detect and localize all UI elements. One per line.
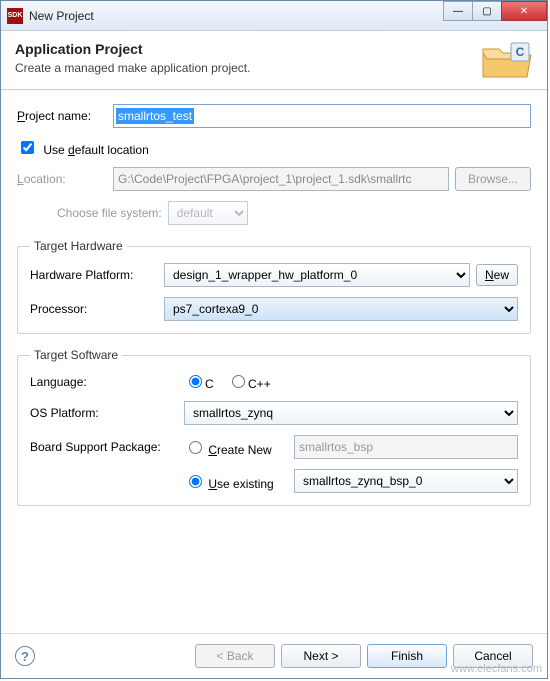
hardware-platform-select[interactable]: design_1_wrapper_hw_platform_0 bbox=[164, 263, 470, 287]
project-name-input[interactable]: smallrtos_test bbox=[113, 104, 531, 128]
bsp-create-row: Board Support Package: Create New bbox=[30, 435, 518, 459]
filesystem-label: Choose file system: bbox=[57, 206, 162, 220]
target-hardware-group: Target Hardware Hardware Platform: desig… bbox=[17, 239, 531, 334]
language-c-option[interactable]: C bbox=[184, 377, 214, 391]
location-row: Location: Browse... bbox=[17, 167, 531, 191]
use-default-location-checkbox[interactable] bbox=[21, 141, 34, 154]
os-platform-row: OS Platform: smallrtos_zynq bbox=[30, 401, 518, 425]
titlebar: SDK New Project — ▢ ✕ bbox=[1, 1, 547, 31]
processor-select[interactable]: ps7_cortexa9_0 bbox=[164, 297, 518, 321]
cancel-button[interactable]: Cancel bbox=[453, 644, 533, 668]
processor-label: Processor: bbox=[30, 302, 158, 316]
sdk-icon: SDK bbox=[7, 8, 23, 24]
close-button[interactable]: ✕ bbox=[501, 1, 547, 21]
window-buttons: — ▢ ✕ bbox=[444, 1, 547, 21]
use-default-location-row: Use default location bbox=[17, 138, 531, 157]
back-button: < Back bbox=[195, 644, 275, 668]
bsp-existing-option[interactable]: Use existing bbox=[184, 472, 294, 491]
svg-text:C: C bbox=[516, 45, 525, 59]
language-row: Language: C C++ bbox=[30, 372, 518, 391]
maximize-button[interactable]: ▢ bbox=[472, 1, 502, 21]
page-title: Application Project bbox=[15, 41, 533, 57]
processor-row: Processor: ps7_cortexa9_0 bbox=[30, 297, 518, 321]
form-body: Project name: smallrtos_test Use default… bbox=[1, 90, 547, 633]
use-default-location-label: Use default location bbox=[43, 143, 148, 157]
hardware-platform-row: Hardware Platform: design_1_wrapper_hw_p… bbox=[30, 263, 518, 287]
minimize-button[interactable]: — bbox=[443, 1, 473, 21]
footer-bar: ? < Back Next > Finish Cancel bbox=[1, 633, 547, 678]
browse-button: Browse... bbox=[455, 167, 531, 191]
language-radio-group: C C++ bbox=[184, 372, 281, 391]
bsp-label: Board Support Package: bbox=[30, 440, 178, 454]
project-name-row: Project name: smallrtos_test bbox=[17, 104, 531, 128]
target-hardware-legend: Target Hardware bbox=[30, 239, 127, 253]
dialog-window: SDK New Project — ▢ ✕ Application Projec… bbox=[0, 0, 548, 679]
page-subtitle: Create a managed make application projec… bbox=[15, 61, 533, 75]
bsp-create-input bbox=[294, 435, 518, 459]
bsp-existing-radio[interactable] bbox=[189, 475, 202, 488]
language-c-radio[interactable] bbox=[189, 375, 202, 388]
language-label: Language: bbox=[30, 375, 178, 389]
bsp-existing-select[interactable]: smallrtos_zynq_bsp_0 bbox=[294, 469, 518, 493]
finish-button[interactable]: Finish bbox=[367, 644, 447, 668]
hardware-platform-label: Hardware Platform: bbox=[30, 268, 158, 282]
bsp-create-radio[interactable] bbox=[189, 441, 202, 454]
target-software-legend: Target Software bbox=[30, 348, 122, 362]
filesystem-row: Choose file system: default bbox=[57, 201, 531, 225]
bsp-create-option[interactable]: Create New bbox=[184, 438, 294, 457]
location-label: Location: bbox=[17, 172, 107, 186]
help-icon[interactable]: ? bbox=[15, 646, 35, 666]
bsp-existing-row: Use existing smallrtos_zynq_bsp_0 bbox=[30, 469, 518, 493]
project-name-label: Project name: bbox=[17, 109, 107, 123]
filesystem-select: default bbox=[168, 201, 248, 225]
os-platform-label: OS Platform: bbox=[30, 406, 178, 420]
project-name-value: smallrtos_test bbox=[116, 108, 194, 124]
os-platform-select[interactable]: smallrtos_zynq bbox=[184, 401, 518, 425]
language-cpp-option[interactable]: C++ bbox=[227, 377, 271, 391]
language-cpp-radio[interactable] bbox=[232, 375, 245, 388]
location-input bbox=[113, 167, 449, 191]
window-title: New Project bbox=[29, 9, 94, 23]
target-software-group: Target Software Language: C C++ OS Platf… bbox=[17, 348, 531, 506]
folder-c-icon: C bbox=[481, 41, 533, 81]
next-button[interactable]: Next > bbox=[281, 644, 361, 668]
header-panel: Application Project Create a managed mak… bbox=[1, 31, 547, 90]
new-hw-button[interactable]: New bbox=[476, 264, 518, 286]
